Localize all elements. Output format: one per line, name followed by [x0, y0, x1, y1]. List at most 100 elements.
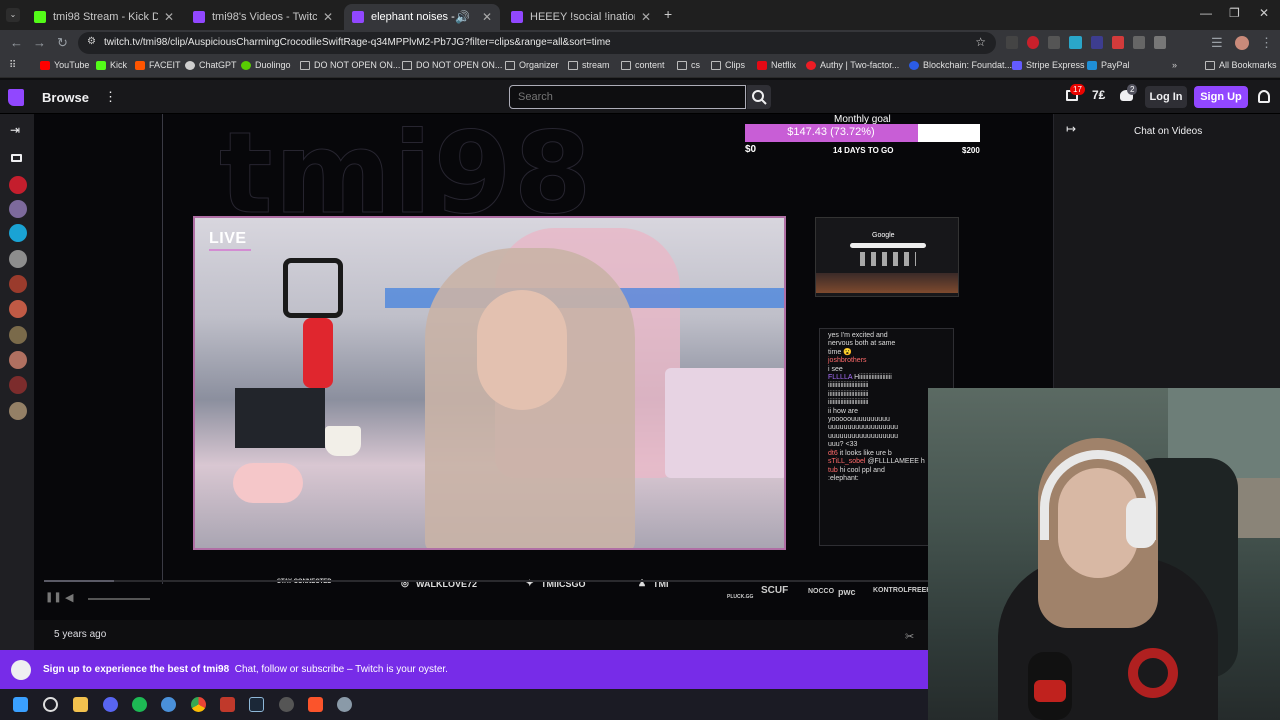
bookmark-authy[interactable]: Authy | Two-factor...: [806, 60, 899, 70]
tab-elephant-noises[interactable]: elephant noises - Twitch 🔊 ✕: [344, 4, 500, 30]
bookmark-faceit[interactable]: FACEIT: [135, 60, 181, 70]
close-tab-icon[interactable]: ✕: [482, 10, 492, 24]
more-kebab-icon[interactable]: ⋮: [104, 89, 117, 105]
more-bookmarks-icon[interactable]: »: [1172, 60, 1177, 70]
channel-avatar[interactable]: [9, 250, 27, 268]
extension-icon[interactable]: [1132, 36, 1145, 49]
reload-icon[interactable]: ↻: [57, 35, 68, 51]
clip-video-player[interactable]: tmi98 Monthly goal $147.43 (73.72%) $0 1…: [34, 114, 1053, 620]
close-tab-icon[interactable]: ✕: [641, 10, 651, 24]
search-icon[interactable]: [43, 697, 58, 712]
bookmark-stripe[interactable]: Stripe Express: [1012, 60, 1085, 70]
close-window-button[interactable]: ✕: [1259, 6, 1269, 20]
omnibox[interactable]: ⚙ twitch.tv/tmi98/clip/AuspiciousCharmin…: [78, 32, 996, 54]
bookmark-duolingo[interactable]: Duolingo: [241, 60, 291, 70]
bookmark-folder[interactable]: DO NOT OPEN ON...: [300, 60, 400, 70]
forward-arrow-icon[interactable]: →: [33, 35, 46, 50]
speaker-icon[interactable]: 🔊: [455, 10, 470, 24]
pause-icon[interactable]: ❚❚: [45, 592, 62, 603]
new-tab-button[interactable]: +: [664, 6, 672, 22]
site-info-icon[interactable]: ⚙: [87, 36, 96, 47]
channel-avatar[interactable]: [9, 300, 27, 318]
channel-avatar[interactable]: [9, 224, 27, 242]
signup-button[interactable]: Sign Up: [1194, 86, 1248, 108]
url-text[interactable]: twitch.tv/tmi98/clip/AuspiciousCharmingC…: [104, 37, 611, 48]
bookmark-paypal[interactable]: PayPal: [1087, 60, 1130, 70]
extension-icon[interactable]: [1027, 36, 1040, 49]
windows-start-icon[interactable]: [13, 697, 28, 712]
twitch-logo-icon[interactable]: [8, 89, 24, 106]
expand-sidebar-icon[interactable]: ⇥: [10, 123, 20, 137]
turbo-icon[interactable]: 7₤: [1092, 88, 1105, 102]
channel-avatar[interactable]: [9, 376, 27, 394]
close-tab-icon[interactable]: ✕: [323, 10, 333, 24]
puzzle-extensions-icon[interactable]: [1153, 36, 1166, 49]
tab-tmi98-videos[interactable]: tmi98's Videos - Twitch ✕: [185, 4, 341, 30]
login-button[interactable]: Log In: [1145, 86, 1187, 108]
microphone: [303, 318, 333, 388]
clip-scissors-icon[interactable]: ✂: [905, 630, 914, 643]
close-tab-icon[interactable]: ✕: [164, 10, 174, 24]
profile-avatar[interactable]: [1235, 36, 1249, 50]
restore-window-button[interactable]: ❐: [1229, 6, 1240, 20]
inbox-badge: 2: [1127, 84, 1138, 95]
extension-icon[interactable]: [1006, 36, 1019, 49]
spotify-icon[interactable]: [132, 697, 147, 712]
bookmark-folder[interactable]: stream: [568, 60, 610, 70]
bookmark-folder[interactable]: DO NOT OPEN ON...: [402, 60, 502, 70]
app-icon[interactable]: [161, 697, 176, 712]
app-icon[interactable]: [279, 697, 294, 712]
extension-icon[interactable]: [1090, 36, 1103, 49]
bookmark-kick[interactable]: Kick: [96, 60, 127, 70]
twitch-glitch-icon: [11, 660, 31, 680]
browse-link[interactable]: Browse: [42, 90, 89, 105]
channel-avatar[interactable]: [9, 176, 27, 194]
chat-panel-title: Chat on Videos: [1134, 126, 1203, 137]
brave-icon[interactable]: [308, 697, 323, 712]
volume-icon[interactable]: ◀: [65, 591, 73, 604]
search-button[interactable]: [747, 85, 771, 109]
bookmark-folder[interactable]: cs: [677, 60, 700, 70]
bookmark-blockchain[interactable]: Blockchain: Foundat...: [909, 60, 1012, 70]
tab-heeey-social[interactable]: HEEEY !social !ination - Twitch ✕: [503, 4, 659, 30]
bookmark-folder[interactable]: Clips: [711, 60, 745, 70]
chrome-icon[interactable]: [191, 697, 206, 712]
apps-grid-icon[interactable]: ⠿: [9, 60, 16, 71]
channel-avatar[interactable]: [9, 402, 27, 420]
volume-slider[interactable]: [88, 598, 150, 600]
signup-promo-banner[interactable]: Sign up to experience the best of tmi98 …: [0, 650, 928, 689]
tab-search-icon[interactable]: ⌄: [6, 8, 20, 22]
bookmark-netflix[interactable]: Netflix: [757, 60, 796, 70]
extension-icon[interactable]: [1069, 36, 1082, 49]
channel-avatar[interactable]: [9, 351, 27, 369]
bookmark-folder[interactable]: content: [621, 60, 665, 70]
extension-icon[interactable]: [1048, 36, 1061, 49]
bookmark-folder[interactable]: Organizer: [505, 60, 559, 70]
extension-icon[interactable]: [1111, 36, 1124, 49]
discord-icon[interactable]: [103, 697, 118, 712]
menu-list-icon[interactable]: ☰: [1211, 35, 1223, 51]
back-arrow-icon[interactable]: ←: [10, 35, 23, 50]
minimize-window-button[interactable]: —: [1200, 6, 1212, 20]
steam-icon[interactable]: [249, 697, 264, 712]
file-explorer-icon[interactable]: [73, 697, 88, 712]
channel-avatar[interactable]: [9, 326, 27, 344]
all-bookmarks[interactable]: All Bookmarks: [1205, 60, 1277, 70]
bookmark-youtube[interactable]: YouTube: [40, 60, 89, 70]
clip-seek-bar[interactable]: [44, 580, 1044, 582]
bookmark-star-icon[interactable]: ☆: [975, 35, 986, 49]
collapse-chat-icon[interactable]: ↦: [1066, 122, 1076, 136]
channel-avatar[interactable]: [9, 275, 27, 293]
bookmark-chatgpt[interactable]: ChatGPT: [185, 60, 237, 70]
netflix-icon: [757, 60, 767, 70]
shield-icon[interactable]: [220, 697, 235, 712]
seek-progress: [44, 580, 114, 582]
tab-kick-dashboard[interactable]: tmi98 Stream - Kick Dashboard ✕: [26, 4, 182, 30]
video-camera-icon[interactable]: [11, 154, 22, 162]
kebab-menu-icon[interactable]: ⋮: [1260, 35, 1273, 51]
search-input[interactable]: [509, 85, 746, 109]
channel-avatar[interactable]: [9, 200, 27, 218]
settings-gear-icon[interactable]: [337, 697, 352, 712]
user-menu-icon[interactable]: [1258, 90, 1270, 103]
sponsor-logo: PLUCK.GG: [727, 594, 754, 600]
